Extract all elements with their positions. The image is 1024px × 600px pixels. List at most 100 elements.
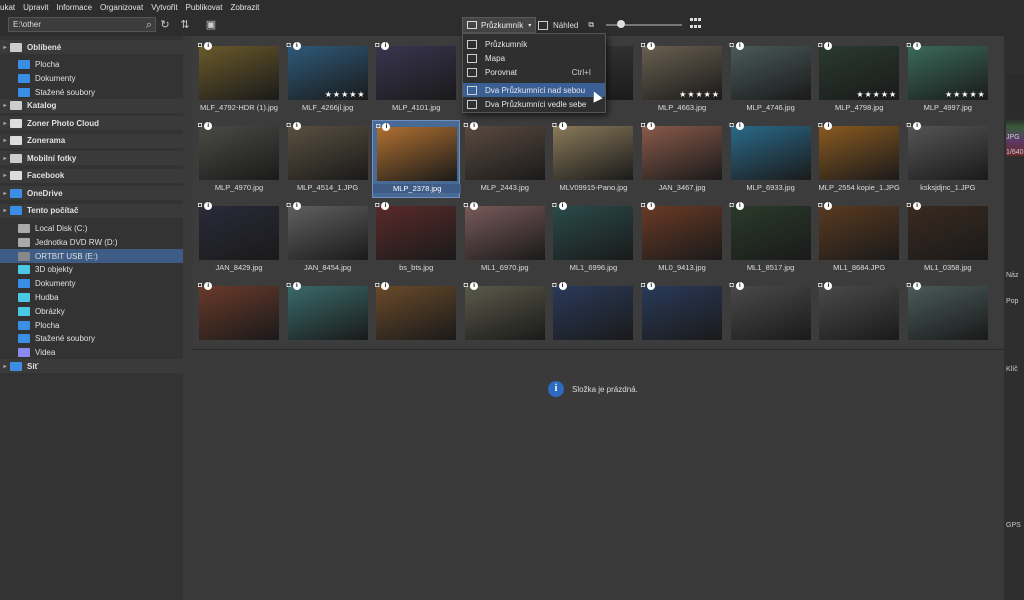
- file-thumbnail-tile[interactable]: ◘ i JAN_8454.jpg: [284, 200, 372, 278]
- thumbnail-image[interactable]: [642, 206, 722, 260]
- thumbnail-image[interactable]: [730, 286, 811, 340]
- info-icon[interactable]: i: [913, 122, 922, 130]
- info-icon[interactable]: i: [292, 282, 301, 290]
- info-icon[interactable]: i: [292, 42, 301, 50]
- thumbnail-image[interactable]: [819, 126, 900, 180]
- thumbnail-image[interactable]: [199, 286, 279, 340]
- info-icon[interactable]: i: [470, 202, 479, 210]
- sidebar-item[interactable]: ▸ Tento počítač: [0, 203, 183, 218]
- info-icon[interactable]: i: [292, 122, 301, 130]
- info-icon[interactable]: i: [913, 42, 922, 50]
- thumbnail-image[interactable]: [730, 46, 811, 100]
- external-window-icon[interactable]: ⧉: [588, 20, 594, 30]
- file-thumbnail-tile[interactable]: ◘i: [549, 280, 637, 358]
- menu-item[interactable]: ukat: [0, 3, 15, 12]
- info-icon[interactable]: i: [735, 122, 744, 130]
- file-thumbnail-tile[interactable]: ◘ i ML0_9413.jpg: [638, 200, 726, 278]
- file-thumbnail-tile[interactable]: ◘ i MLP_2378.jpg: [372, 120, 462, 198]
- thumbnail-image[interactable]: [907, 206, 988, 260]
- file-thumbnail-tile[interactable]: ◘i: [372, 280, 460, 358]
- file-thumbnail-tile[interactable]: ◘ i JAN_3467.jpg: [638, 120, 726, 198]
- sidebar-item[interactable]: ▸ Mobilní fotky: [0, 151, 183, 166]
- info-icon[interactable]: i: [381, 42, 390, 50]
- thumbnail-image[interactable]: [819, 286, 900, 340]
- file-thumbnail-tile[interactable]: ◘ i MLP_6933.jpg: [727, 120, 815, 198]
- info-icon[interactable]: i: [381, 282, 390, 290]
- file-thumbnail-tile[interactable]: ◘ i MLP_4101.jpg: [372, 40, 460, 118]
- thumbnail-image[interactable]: [199, 206, 279, 260]
- sidebar-item[interactable]: Jednotka DVD RW (D:): [0, 235, 183, 249]
- thumbnail-image[interactable]: [730, 126, 811, 180]
- expand-arrow-icon[interactable]: ▸: [0, 44, 10, 51]
- file-thumbnail-tile[interactable]: ◘i: [284, 280, 372, 358]
- info-icon[interactable]: i: [470, 282, 479, 290]
- file-thumbnail-tile[interactable]: ◘ i MLP_4514_1.JPG: [284, 120, 372, 198]
- rating-stars[interactable]: ★★★★★: [856, 90, 897, 99]
- file-thumbnail-tile[interactable]: ◘i: [727, 280, 815, 358]
- expand-arrow-icon[interactable]: ▸: [0, 137, 10, 144]
- info-icon[interactable]: i: [735, 202, 744, 210]
- file-thumbnail-tile[interactable]: ◘ i JAN_8429.jpg: [195, 200, 283, 278]
- expand-arrow-icon[interactable]: ▸: [0, 102, 10, 109]
- thumbnail-image[interactable]: [376, 206, 457, 260]
- expand-arrow-icon[interactable]: ▸: [0, 155, 10, 162]
- thumbnail-image[interactable]: [553, 286, 634, 340]
- file-thumbnail-tile[interactable]: ◘ i MLV09915-Pano.jpg: [549, 120, 637, 198]
- file-thumbnail-tile[interactable]: ◘ i ML1_6996.jpg: [549, 200, 637, 278]
- thumbnail-image[interactable]: [553, 206, 634, 260]
- file-thumbnail-tile[interactable]: ◘i: [815, 280, 903, 358]
- sidebar-item[interactable]: ▸ Zonerama: [0, 133, 183, 148]
- sidebar-item[interactable]: ORTBIT USB (E:): [0, 249, 183, 263]
- info-icon[interactable]: i: [558, 202, 567, 210]
- new-folder-icon[interactable]: ▣: [204, 18, 218, 32]
- thumbnail-image[interactable]: [464, 126, 545, 180]
- expand-arrow-icon[interactable]: ▸: [0, 120, 10, 127]
- path-input[interactable]: [8, 17, 156, 32]
- search-icon[interactable]: ⌕: [142, 18, 156, 32]
- info-icon[interactable]: i: [204, 282, 213, 290]
- info-icon[interactable]: i: [824, 282, 833, 290]
- menu-item[interactable]: Zobrazit: [230, 3, 259, 12]
- sidebar-item[interactable]: ▸ Facebook: [0, 168, 183, 183]
- info-icon[interactable]: i: [382, 123, 391, 131]
- sidebar-item[interactable]: Hudba: [0, 290, 183, 304]
- file-thumbnail-tile[interactable]: ◘ i ★★★★★ MLP_4997.jpg: [904, 40, 992, 118]
- info-icon[interactable]: i: [558, 122, 567, 130]
- sidebar-item[interactable]: ▸ OneDrive: [0, 186, 183, 201]
- dropdown-item[interactable]: Mapa: [463, 51, 605, 65]
- refresh-icon[interactable]: ↻: [158, 18, 172, 32]
- dropdown-item[interactable]: Dva Průzkumníci nad sebou: [463, 83, 605, 97]
- menu-item[interactable]: Vytvořit: [151, 3, 177, 12]
- sidebar-item[interactable]: ▸ Oblíbené: [0, 40, 183, 54]
- info-icon[interactable]: i: [824, 42, 833, 50]
- info-icon[interactable]: i: [913, 282, 922, 290]
- thumbnail-image[interactable]: [199, 126, 279, 180]
- file-thumbnail-tile[interactable]: ◘i: [638, 280, 726, 358]
- thumbnail-image[interactable]: [907, 126, 988, 180]
- sidebar-item[interactable]: Obrázky: [0, 304, 183, 318]
- info-icon[interactable]: i: [204, 202, 213, 210]
- file-thumbnail-tile[interactable]: ◘ i MLP_2443.jpg: [461, 120, 549, 198]
- info-icon[interactable]: i: [824, 122, 833, 130]
- sidebar-item[interactable]: Stažené soubory: [0, 332, 183, 346]
- sidebar-item[interactable]: Dokumenty: [0, 71, 183, 85]
- info-icon[interactable]: i: [204, 42, 213, 50]
- sidebar-item[interactable]: 3D objekty: [0, 263, 183, 277]
- file-thumbnail-tile[interactable]: ◘ i MLP_4746.jpg: [727, 40, 815, 118]
- info-icon[interactable]: i: [824, 202, 833, 210]
- sidebar-item[interactable]: Videa: [0, 346, 183, 360]
- file-thumbnail-tile[interactable]: ◘ i ML1_0358.jpg: [904, 200, 992, 278]
- info-icon[interactable]: i: [647, 282, 656, 290]
- sidebar-item[interactable]: Stažené soubory: [0, 85, 183, 99]
- file-thumbnail-tile[interactable]: ◘ i MLP_4970.jpg: [195, 120, 283, 198]
- file-thumbnail-tile[interactable]: ◘ i MLF_4792-HDR (1).jpg: [195, 40, 283, 118]
- info-icon[interactable]: i: [647, 122, 656, 130]
- file-thumbnail-tile[interactable]: ◘ i ML1_8684.JPG: [815, 200, 903, 278]
- thumbnail-image[interactable]: [553, 126, 634, 180]
- menu-item[interactable]: Upravit: [23, 3, 48, 12]
- thumbnail-image[interactable]: [464, 286, 545, 340]
- file-thumbnail-tile[interactable]: ◘ i ML1_6970.jpg: [461, 200, 549, 278]
- dropdown-item[interactable]: Porovnat Ctrl+I: [463, 65, 605, 79]
- info-icon[interactable]: i: [735, 42, 744, 50]
- dropdown-item[interactable]: Dva Průzkumníci vedle sebe: [463, 97, 605, 111]
